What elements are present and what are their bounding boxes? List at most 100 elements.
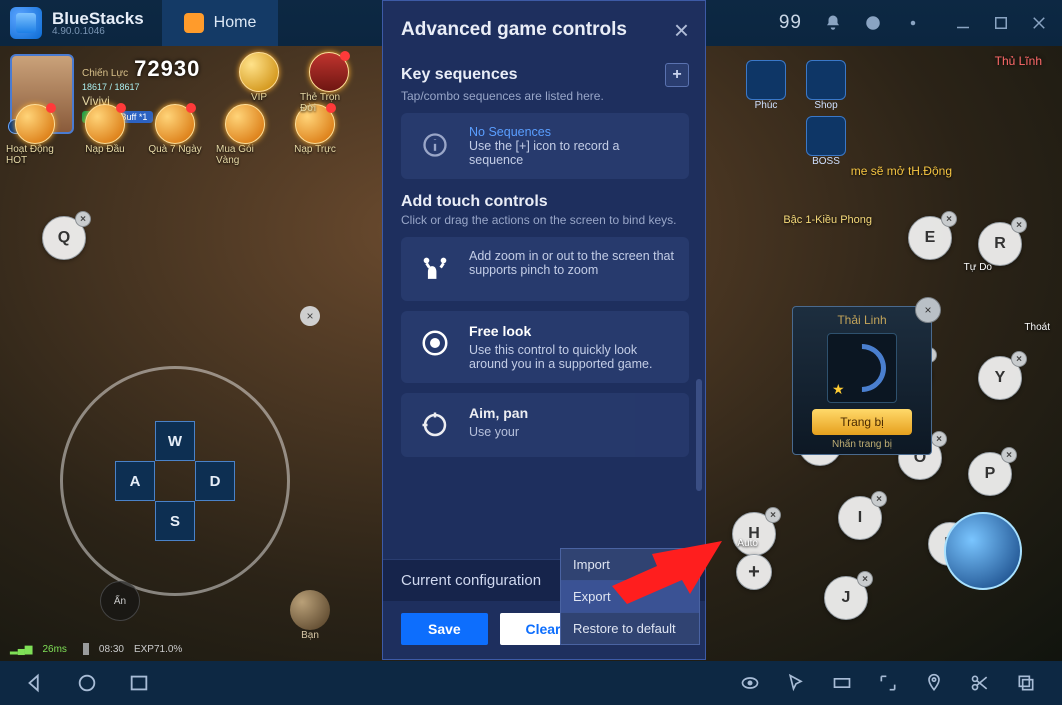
home-icon	[184, 13, 204, 33]
dpad-close-icon[interactable]: ×	[300, 306, 320, 326]
key-i[interactable]: I×	[838, 496, 882, 540]
titlebar-number: 99	[779, 12, 802, 34]
qua7-icon[interactable]: Quà 7 Ngày	[146, 104, 204, 166]
panel-title: Advanced game controls	[401, 19, 627, 41]
thetron-icon[interactable]: Thẻ Trọn Đời	[300, 52, 358, 114]
more-dropdown: Import Export Restore to default	[560, 548, 700, 645]
dpad-up[interactable]: W	[155, 421, 195, 461]
moon-icon[interactable]	[864, 14, 882, 32]
item-slot: ★	[827, 333, 897, 403]
time-text: 08:30	[99, 644, 124, 655]
phuc-tile[interactable]: Phúc	[740, 60, 792, 111]
dpad-down[interactable]: S	[155, 501, 195, 541]
item-title: Thải Linh	[799, 313, 925, 327]
key-p[interactable]: P×	[968, 452, 1012, 496]
event-icon[interactable]: Hoạt Động HOT	[6, 104, 64, 166]
eye-icon[interactable]	[740, 673, 760, 693]
item-hint: Nhấn trang bị	[799, 439, 925, 450]
freelook-body: Use this control to quickly look around …	[469, 343, 675, 371]
no-seq-body: Use the [+] icon to record a sequence	[469, 139, 675, 167]
tab-home[interactable]: Home	[162, 0, 279, 46]
thulinh-text: Thủ Lĩnh	[995, 54, 1042, 68]
aim-icon	[415, 405, 455, 445]
scrollbar-thumb[interactable]	[696, 379, 702, 491]
key-r[interactable]: R×	[978, 222, 1022, 266]
boss-tile[interactable]: BOSS	[800, 116, 852, 167]
copy-icon[interactable]	[1016, 673, 1036, 693]
cursor-icon[interactable]	[786, 673, 806, 693]
dpad-right[interactable]: D	[195, 461, 235, 501]
add-sequence-button[interactable]: +	[665, 63, 689, 87]
panel-close-icon[interactable]: ×	[674, 15, 689, 46]
key-h[interactable]: H×	[732, 512, 776, 556]
freelook-card[interactable]: Free look Use this control to quickly lo…	[401, 311, 689, 383]
wifi-icon: ▂▄▆	[10, 644, 32, 655]
key-j[interactable]: J×	[824, 576, 868, 620]
skill-main[interactable]	[944, 512, 1022, 590]
keyseq-sub: Tap/combo sequences are listed here.	[401, 89, 689, 103]
aim-title: Aim, pan	[469, 405, 528, 421]
ban-button[interactable]: Bạn	[290, 590, 330, 641]
auto-label: Auto	[737, 538, 758, 549]
nav-back-icon[interactable]	[24, 672, 46, 694]
menu-import[interactable]: Import	[561, 549, 699, 581]
bluestacks-logo	[10, 7, 42, 39]
power-label: Chiến Lực	[82, 68, 128, 79]
zoom-desc: Add zoom in or out to the screen that su…	[469, 249, 675, 289]
bac-text: Bậc 1-Kiều Phong	[783, 214, 872, 226]
exp-text: EXP71.0%	[134, 644, 182, 655]
ping-text: 26ms	[42, 644, 66, 655]
zoom-control-card[interactable]: Add zoom in or out to the screen that su…	[401, 237, 689, 301]
vip-icon[interactable]: VIP	[230, 52, 288, 114]
remove-icon[interactable]: ×	[75, 211, 91, 227]
battery-icon	[83, 643, 89, 655]
vip-row: VIP Thẻ Trọn Đời	[230, 52, 358, 114]
brand-block: BlueStacks 4.90.0.1046	[52, 10, 144, 37]
system-bar	[0, 661, 1062, 705]
equip-button[interactable]: Trang bị	[812, 409, 912, 435]
aim-body: Use your	[469, 425, 528, 439]
save-button[interactable]: Save	[401, 613, 488, 645]
an-button[interactable]: Ẩn	[100, 581, 140, 621]
hud-status-row: ▂▄▆ 26ms 08:30 EXP71.0%	[10, 643, 182, 655]
napdau-icon[interactable]: Nạp Đầu	[76, 104, 134, 166]
freelook-icon	[415, 323, 455, 363]
freelook-title: Free look	[469, 323, 675, 339]
power-value: 72930	[134, 56, 200, 82]
touch-sub: Click or drag the actions on the screen …	[401, 213, 689, 227]
pin-icon[interactable]	[924, 673, 944, 693]
gear-icon[interactable]	[904, 14, 922, 32]
scissors-icon[interactable]	[970, 673, 990, 693]
aim-card[interactable]: Aim, pan Use your	[401, 393, 689, 457]
keyboard-icon[interactable]	[832, 673, 852, 693]
menu-export[interactable]: Export	[561, 581, 699, 613]
hp-text: 18617 / 18617	[82, 82, 200, 92]
menu-restore[interactable]: Restore to default	[561, 613, 699, 644]
dpad-left[interactable]: A	[115, 461, 155, 501]
dpad[interactable]: W S A D	[115, 421, 235, 541]
window-close-icon[interactable]	[1030, 14, 1048, 32]
thoat-label: Thoát	[1024, 322, 1050, 333]
nav-home-icon[interactable]	[76, 672, 98, 694]
touch-heading: Add touch controls	[401, 193, 689, 211]
key-plus[interactable]: +	[736, 554, 772, 590]
shop-tile[interactable]: Shop	[800, 60, 852, 111]
brand-name: BlueStacks	[52, 10, 144, 27]
key-q[interactable]: Q×	[42, 216, 86, 260]
nav-recent-icon[interactable]	[128, 672, 150, 694]
minimize-icon[interactable]	[954, 14, 972, 32]
expand-icon[interactable]	[878, 673, 898, 693]
no-sequences-card: No Sequences Use the [+] icon to record …	[401, 113, 689, 179]
item-close-icon[interactable]: ×	[915, 297, 941, 323]
info-icon	[415, 125, 455, 165]
version-text: 4.90.0.1046	[52, 27, 144, 37]
key-y[interactable]: Y×	[978, 356, 1022, 400]
star-icon: ★	[832, 381, 845, 398]
no-seq-link[interactable]: No Sequences	[469, 125, 675, 139]
dpad-zone: × W S A D	[60, 366, 290, 596]
key-e[interactable]: E×	[908, 216, 952, 260]
maximize-icon[interactable]	[992, 14, 1010, 32]
item-popup: × Thải Linh ★ Trang bị Nhấn trang bị	[792, 306, 932, 455]
bell-icon[interactable]	[824, 14, 842, 32]
tudo-label: Tự Do	[964, 262, 992, 273]
